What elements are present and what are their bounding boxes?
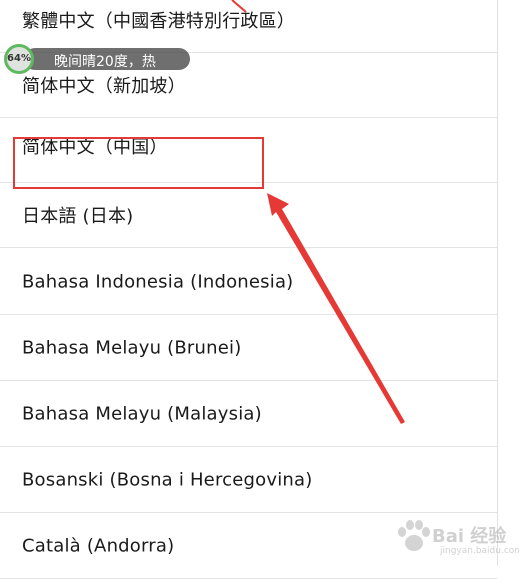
- language-label: Bahasa Melayu (Malaysia): [22, 403, 262, 425]
- language-label: Bahasa Indonesia (Indonesia): [22, 271, 294, 293]
- percent-text: 64%: [7, 53, 31, 64]
- highlight-box: [13, 137, 264, 189]
- language-label: Bahasa Melayu (Brunei): [22, 337, 242, 359]
- weather-text: 晚间晴20度，热: [54, 54, 156, 70]
- list-item[interactable]: Bahasa Melayu (Brunei): [0, 316, 497, 381]
- weather-pill: 晚间晴20度，热: [24, 48, 190, 70]
- language-label: Bosanski (Bosna i Hercegovina): [22, 469, 313, 491]
- list-item[interactable]: Bahasa Melayu (Malaysia): [0, 382, 497, 447]
- baidu-watermark: Bai 经验 jingyan.baidu.com: [392, 516, 519, 560]
- list-item[interactable]: 日本語 (日本): [0, 183, 497, 248]
- watermark-subtext: jingyan.baidu.com: [440, 546, 519, 556]
- language-label: 简体中文（新加坡）: [22, 76, 186, 97]
- language-label: 繁體中文（中國香港特別行政區）: [22, 11, 295, 32]
- watermark-text: Bai 经验: [432, 526, 507, 547]
- language-label: 日本語 (日本): [22, 206, 134, 227]
- language-label: Català (Andorra): [22, 535, 175, 557]
- weather-widget[interactable]: 晚间晴20度，热 64%: [4, 44, 190, 74]
- language-list-screen: 繁體中文（中國香港特別行政區） 简体中文（新加坡） 简体中文（中国） 日本語 (…: [0, 0, 498, 579]
- battery-percent-badge: 64%: [4, 44, 34, 74]
- paw-icon: [398, 520, 430, 551]
- list-item[interactable]: Bahasa Indonesia (Indonesia): [0, 250, 497, 315]
- list-item[interactable]: Bosanski (Bosna i Hercegovina): [0, 448, 497, 513]
